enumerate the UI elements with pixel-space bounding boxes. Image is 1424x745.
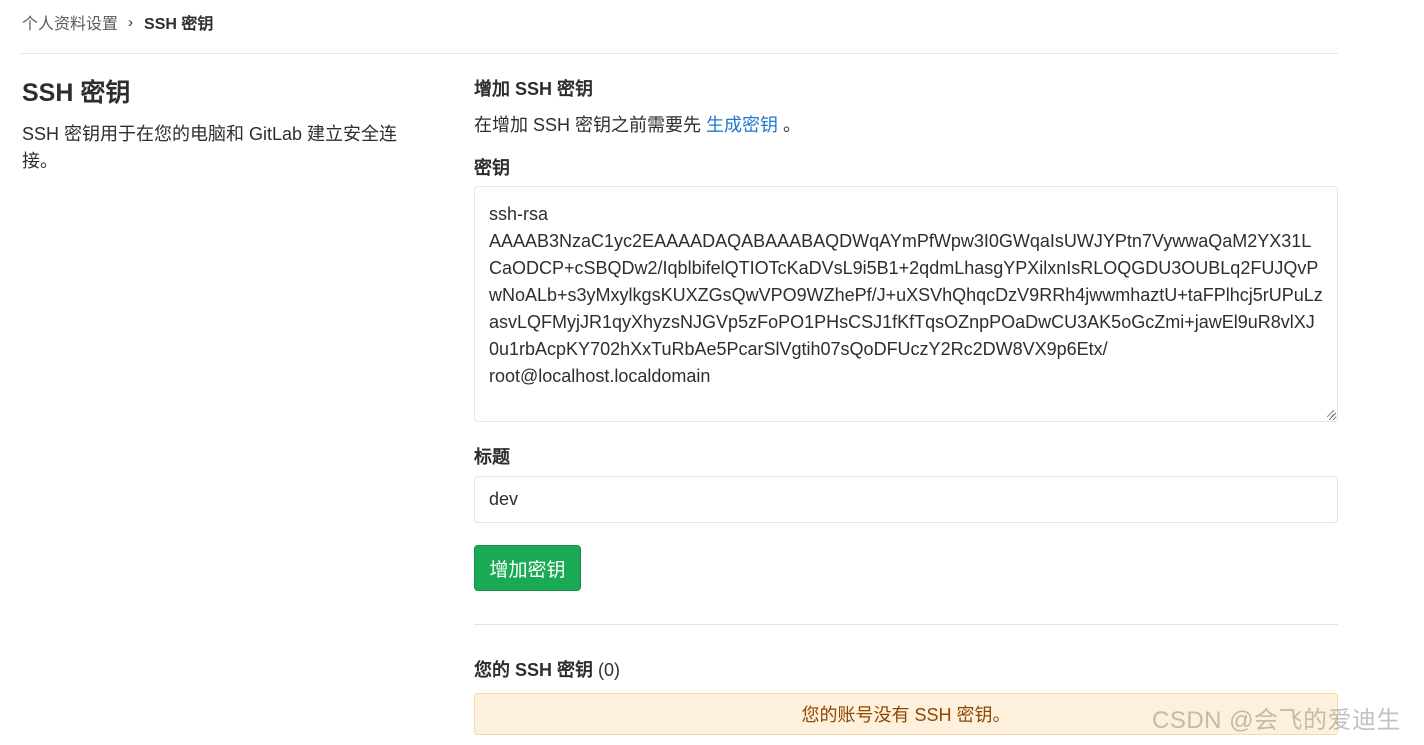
page-description: SSH 密钥用于在您的电脑和 GitLab 建立安全连接。 (22, 124, 398, 171)
breadcrumb-current: SSH 密钥 (144, 16, 214, 33)
key-textarea[interactable] (474, 186, 1338, 422)
section-divider (474, 624, 1338, 625)
add-ssh-key-section: 增加 SSH 密钥 在增加 SSH 密钥之前需要先 生成密钥 。 (474, 76, 1338, 138)
no-keys-message: 您的账号没有 SSH 密钥。 (801, 705, 1011, 725)
title-label: 标题 (474, 447, 510, 467)
watermark: CSDN @会飞的爱迪生 (1152, 707, 1402, 734)
add-ssh-key-title: 增加 SSH 密钥 (474, 79, 594, 99)
breadcrumb-profile-settings-link[interactable]: 个人资料设置 (22, 10, 118, 34)
key-label: 密钥 (474, 158, 510, 178)
add-key-button[interactable]: 增加密钥 (474, 545, 581, 591)
keys-count: (0) (598, 660, 621, 680)
settings-sidebar-info: SSH 密钥 SSH 密钥用于在您的电脑和 GitLab 建立安全连接。 (22, 76, 432, 175)
generate-key-link[interactable]: 生成密钥 (706, 115, 778, 135)
add-ssh-key-intro: 在增加 SSH 密钥之前需要先 生成密钥 。 (474, 112, 1338, 138)
title-input[interactable] (474, 476, 1338, 523)
breadcrumb: 个人资料设置 › SSH 密钥 (22, 10, 213, 34)
header-divider (20, 53, 1338, 54)
your-ssh-keys-heading: 您的 SSH 密钥 (0) (474, 657, 620, 683)
intro-text-prefix: 在增加 SSH 密钥之前需要先 (474, 115, 707, 135)
chevron-right-icon: › (128, 13, 134, 31)
keys-heading-text: 您的 SSH 密钥 (474, 660, 594, 680)
ssh-keys-page: 个人资料设置 › SSH 密钥 SSH 密钥 SSH 密钥用于在您的电脑和 Gi… (0, 0, 1424, 745)
intro-text-suffix: 。 (778, 115, 802, 135)
resize-grip-icon[interactable] (1325, 408, 1335, 418)
page-title: SSH 密钥 (22, 79, 131, 107)
